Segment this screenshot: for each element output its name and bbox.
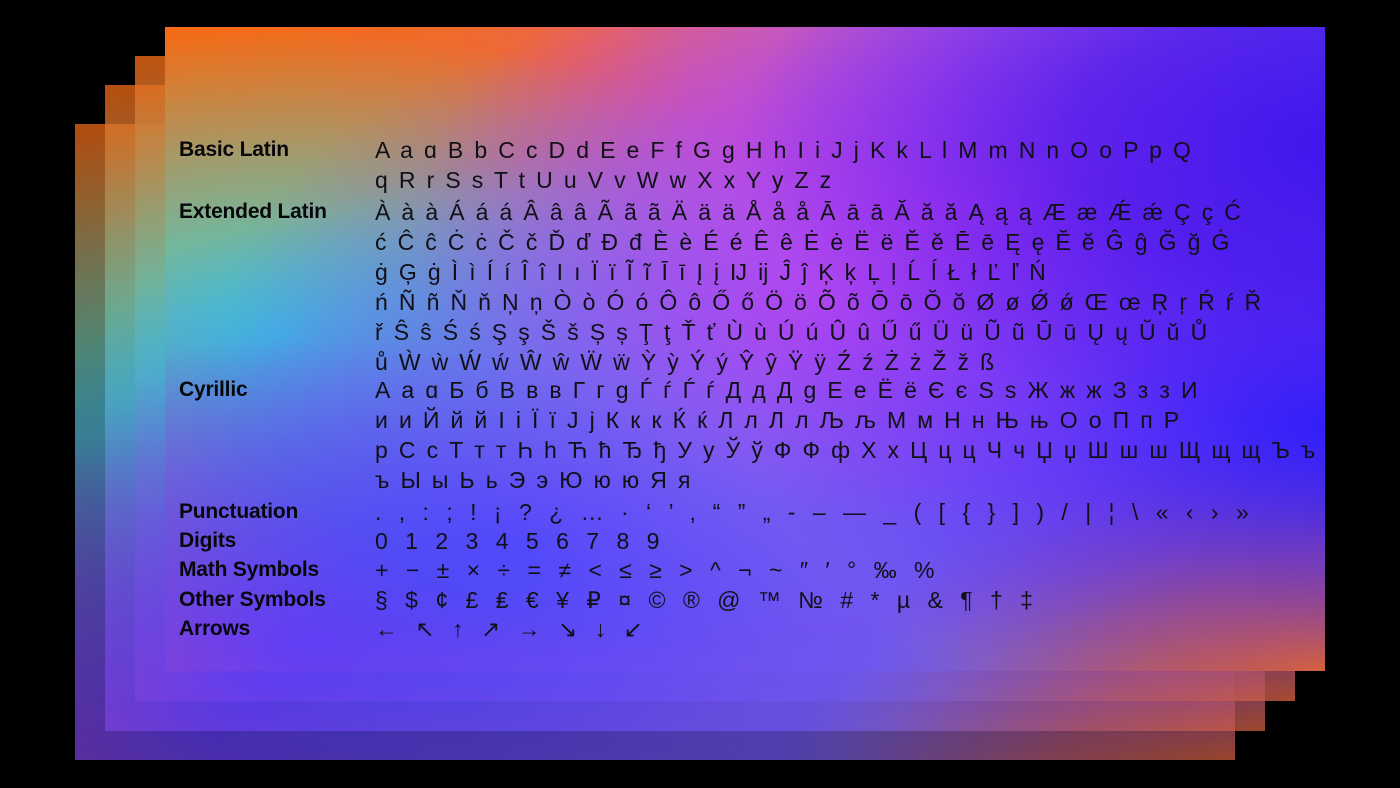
glyph-line: ů Ẁ ẁ Ẃ ẃ Ŵ ŵ Ẅ ẅ Ỳ ỳ Ý ý Ŷ ŷ Ÿ ÿ Ź ź Ż … xyxy=(375,349,996,375)
category-label-punctuation: Punctuation xyxy=(179,500,299,523)
glyph-set-digits: 0 1 2 3 4 5 6 7 8 9 xyxy=(375,526,1325,556)
specimen-stage: Basic Latin A a ɑ B b C c D d E e F f G … xyxy=(0,0,1400,788)
glyph-line: ř Ŝ ŝ Ś ś Ş ş Š š Ș ș Ţ ţ Ť ť Ù ù Ú ú Û … xyxy=(375,319,1209,345)
category-label-cyrillic: Cyrillic xyxy=(179,378,248,401)
glyph-group-arrows: Arrows ← ↖ ↑ ↗ → ↘ ↓ ↙ xyxy=(165,614,1325,644)
category-label-math-symbols: Math Symbols xyxy=(179,558,319,581)
glyph-group-extended-latin: Extended Latin À à à Á á á Â â â Ã ã ã Ä… xyxy=(165,197,1325,377)
glyph-set-arrows: ← ↖ ↑ ↗ → ↘ ↓ ↙ xyxy=(375,614,1325,644)
glyph-line: À à à Á á á Â â â Ã ã ã Ä ä ä Å å å Ā ā … xyxy=(375,199,1243,225)
glyph-set-cyrillic: А а ɑ Б б В в ʙ Г г ɡ Ѓ ѓ Ѓ ѓ Д д Д g Е … xyxy=(375,375,1325,495)
category-label-other-symbols: Other Symbols xyxy=(179,588,326,611)
glyph-line: ń Ñ ñ Ň ň Ņ ņ Ò ò Ó ó Ô ô Ő ő Ö ö Õ õ Ō … xyxy=(375,289,1263,315)
glyph-line: 0 1 2 3 4 5 6 7 8 9 xyxy=(375,528,664,554)
glyph-line: и и Й й й І і Ї ї Ј ј К к к Ќ ќ Л л Л л … xyxy=(375,407,1181,433)
glyph-line: + − ± × ÷ = ≠ < ≤ ≥ > ^ ¬ ~ ″ ′ ° ‰ % xyxy=(375,557,939,583)
category-label-arrows: Arrows xyxy=(179,617,251,640)
glyph-line: . , : ; ! ¡ ? ¿ … · ‘ ’ ‚ “ ” „ - – — _ … xyxy=(375,499,1253,525)
glyph-line: А а ɑ Б б В в ʙ Г г ɡ Ѓ ѓ Ѓ ѓ Д д Д g Е … xyxy=(375,377,1200,403)
glyph-line: A a ɑ B b C c D d E e F f G g H h I i J … xyxy=(375,137,1193,163)
category-label-extended-latin: Extended Latin xyxy=(179,200,327,223)
category-label-basic-latin: Basic Latin xyxy=(179,138,289,161)
glyph-set-basic-latin: A a ɑ B b C c D d E e F f G g H h I i J … xyxy=(375,135,1325,195)
glyph-group-digits: Digits 0 1 2 3 4 5 6 7 8 9 xyxy=(165,526,1325,556)
glyph-table: Basic Latin A a ɑ B b C c D d E e F f G … xyxy=(165,27,1325,671)
glyph-line: ć Ĉ ĉ Ċ ċ Č č Ď ď Đ đ È è É é Ê ê Ė ė Ë … xyxy=(375,229,1231,255)
glyph-line: q R r S s T t U u V v W w X x Y y Z z xyxy=(375,167,833,193)
category-label-digits: Digits xyxy=(179,529,237,552)
glyph-line: р С с Т т т Һ һ Ћ ћ Ђ ђ У у Ў ў Ф Ф ф Х … xyxy=(375,437,1317,463)
glyph-group-cyrillic: Cyrillic А а ɑ Б б В в ʙ Г г ɡ Ѓ ѓ Ѓ ѓ Д… xyxy=(165,375,1325,495)
glyph-set-extended-latin: À à à Á á á Â â â Ã ã ã Ä ä ä Å å å Ā ā … xyxy=(375,197,1325,377)
glyph-group-math-symbols: Math Symbols + − ± × ÷ = ≠ < ≤ ≥ > ^ ¬ ~… xyxy=(165,555,1325,585)
glyph-set-math-symbols: + − ± × ÷ = ≠ < ≤ ≥ > ^ ¬ ~ ″ ′ ° ‰ % xyxy=(375,555,1325,585)
glyph-line: § $ ¢ £ ₤ € ¥ ₽ ¤ © ® @ ™ № # * µ & ¶ † … xyxy=(375,587,1037,613)
glyph-set-other-symbols: § $ ¢ £ ₤ € ¥ ₽ ¤ © ® @ ™ № # * µ & ¶ † … xyxy=(375,585,1325,615)
glyph-group-other-symbols: Other Symbols § $ ¢ £ ₤ € ¥ ₽ ¤ © ® @ ™ … xyxy=(165,585,1325,615)
glyph-group-punctuation: Punctuation . , : ; ! ¡ ? ¿ … · ‘ ’ ‚ “ … xyxy=(165,497,1325,527)
glyph-group-basic-latin: Basic Latin A a ɑ B b C c D d E e F f G … xyxy=(165,135,1325,195)
glyph-line: ъ Ы ы Ь ь Э э Ю ю ю Я я xyxy=(375,467,693,493)
glyph-line: ← ↖ ↑ ↗ → ↘ ↓ ↙ xyxy=(375,616,647,642)
glyph-line: ġ Ģ ġ Ì ì Í í Î î I ı Ï ï Ĩ ĩ Ī ī Į į Ĳ … xyxy=(375,259,1048,285)
glyph-set-punctuation: . , : ; ! ¡ ? ¿ … · ‘ ’ ‚ “ ” „ - – — _ … xyxy=(375,497,1325,527)
